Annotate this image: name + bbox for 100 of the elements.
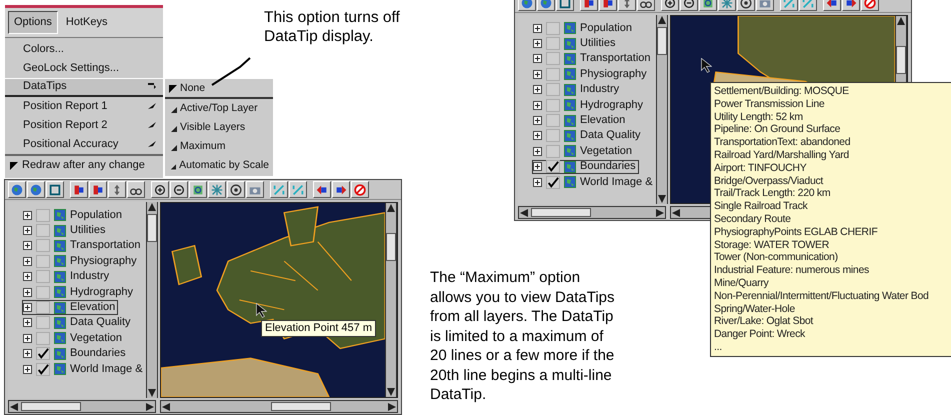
menu-item[interactable]: Position Report 1 (5, 96, 163, 116)
layer-checkbox[interactable] (36, 316, 50, 330)
expand-icon[interactable] (533, 100, 542, 110)
layer-row[interactable]: Industry (22, 270, 112, 284)
scroll-left-arrow-icon[interactable] (671, 208, 681, 218)
menu-bar-item[interactable]: Options (8, 11, 58, 34)
layer-row[interactable]: Data Quality (532, 128, 644, 144)
layer-row[interactable]: Industry (532, 82, 622, 97)
toolbar-button[interactable] (46, 181, 64, 198)
expand-icon[interactable] (533, 178, 542, 187)
expand-icon[interactable] (23, 364, 32, 374)
submenu-item[interactable]: None (165, 80, 273, 99)
toolbar-button[interactable] (8, 181, 26, 198)
expand-icon[interactable] (23, 256, 32, 266)
layer-row[interactable]: Transportation (22, 238, 144, 254)
toolbar-button[interactable] (332, 181, 350, 198)
layer-row[interactable]: Utilities (532, 36, 618, 51)
expand-icon[interactable] (23, 303, 32, 312)
expand-icon[interactable] (23, 288, 32, 297)
scroll-down-arrow-icon[interactable] (656, 194, 667, 204)
expand-icon[interactable] (533, 162, 542, 172)
toolbar-button[interactable] (170, 181, 188, 198)
layer-row[interactable]: Physiography (532, 67, 650, 82)
expand-icon[interactable] (533, 24, 542, 33)
layer-row[interactable]: Physiography (22, 254, 140, 269)
layer-checkbox[interactable] (546, 68, 560, 81)
menu-item[interactable]: Redraw after any change (5, 156, 163, 176)
scroll-right-arrow-icon[interactable] (387, 402, 397, 412)
layer-checkbox[interactable] (36, 362, 50, 376)
menu-item[interactable]: DataTips (5, 78, 163, 96)
toolbar-button[interactable] (89, 181, 107, 198)
menu-item[interactable]: Positional Accuracy (5, 134, 163, 154)
submenu-item[interactable]: Automatic by Scale (165, 156, 273, 175)
toolbar-button[interactable] (151, 181, 169, 198)
layer-checkbox[interactable] (36, 208, 50, 222)
layer-checkbox[interactable] (546, 22, 560, 35)
expand-icon[interactable] (23, 226, 32, 236)
scroll-thumb[interactable] (531, 208, 591, 217)
expand-icon[interactable] (533, 131, 542, 140)
scroll-thumb[interactable] (21, 402, 81, 411)
toolbar-button[interactable] (127, 181, 145, 198)
scroll-up-arrow-icon[interactable] (896, 16, 906, 26)
layer-checkbox[interactable] (546, 114, 560, 128)
horizontal-scrollbar[interactable] (518, 206, 666, 219)
scroll-up-arrow-icon[interactable] (656, 15, 667, 25)
menu-item[interactable]: GeoLock Settings... (5, 58, 163, 78)
expand-icon[interactable] (533, 116, 542, 126)
layer-row[interactable]: Vegetation (532, 144, 635, 159)
expand-icon[interactable] (533, 85, 542, 94)
toolbar-button[interactable] (108, 181, 126, 198)
scroll-left-arrow-icon[interactable] (519, 208, 529, 218)
layer-checkbox[interactable] (36, 254, 50, 268)
horizontal-scrollbar[interactable] (8, 400, 156, 413)
scroll-down-arrow-icon[interactable] (146, 388, 157, 398)
toolbar-button[interactable] (208, 181, 226, 198)
layer-checkbox[interactable] (546, 83, 560, 96)
layer-row[interactable]: Hydrography (532, 98, 646, 112)
layer-row[interactable]: Utilities (22, 223, 108, 238)
layer-row[interactable]: Boundaries (22, 346, 129, 361)
layer-row[interactable]: Data Quality (22, 316, 134, 330)
vertical-scrollbar[interactable] (146, 202, 158, 398)
vertical-scrollbar[interactable] (385, 203, 397, 397)
expand-icon[interactable] (533, 70, 542, 79)
layer-checkbox[interactable] (546, 98, 560, 112)
scroll-left-arrow-icon[interactable] (9, 402, 19, 412)
menu-item[interactable]: Position Report 2 (5, 116, 163, 134)
layer-checkbox[interactable] (36, 224, 50, 238)
scroll-thumb[interactable] (656, 27, 667, 55)
scroll-left-arrow-icon[interactable] (161, 402, 171, 412)
expand-icon[interactable] (23, 210, 32, 220)
submenu-item[interactable]: Visible Layers (165, 118, 273, 137)
toolbar-button[interactable] (351, 181, 369, 198)
scroll-down-arrow-icon[interactable] (386, 387, 396, 397)
expand-icon[interactable] (533, 146, 542, 156)
layer-row[interactable]: Boundaries (532, 160, 639, 174)
layer-row[interactable]: Transportation (532, 52, 654, 66)
layer-row[interactable]: Elevation (22, 300, 118, 315)
layer-checkbox[interactable] (36, 270, 50, 284)
expand-icon[interactable] (533, 39, 542, 48)
toolbar-button[interactable] (70, 181, 88, 198)
layer-checkbox[interactable] (36, 347, 50, 360)
layer-row[interactable]: Vegetation (22, 331, 125, 346)
toolbar-button[interactable] (189, 181, 207, 198)
layer-checkbox[interactable] (546, 160, 560, 174)
expand-icon[interactable] (23, 272, 32, 282)
layer-row[interactable]: World Image & (532, 174, 656, 190)
layer-row[interactable]: Elevation (532, 113, 628, 128)
layer-checkbox[interactable] (36, 239, 50, 252)
layer-row[interactable]: World Image & (22, 362, 146, 376)
menu-item[interactable]: Colors... (5, 40, 163, 58)
toolbar-button[interactable] (227, 181, 245, 198)
horizontal-scrollbar[interactable] (160, 400, 398, 413)
scroll-right-arrow-icon[interactable] (655, 208, 665, 218)
layer-row[interactable]: Hydrography (22, 284, 136, 300)
toolbar-button[interactable] (289, 181, 307, 198)
submenu-item[interactable]: Maximum (165, 137, 273, 156)
layer-row[interactable]: Population (22, 208, 125, 222)
expand-icon[interactable] (23, 318, 32, 328)
expand-icon[interactable] (533, 54, 542, 64)
layer-checkbox[interactable] (546, 37, 560, 50)
